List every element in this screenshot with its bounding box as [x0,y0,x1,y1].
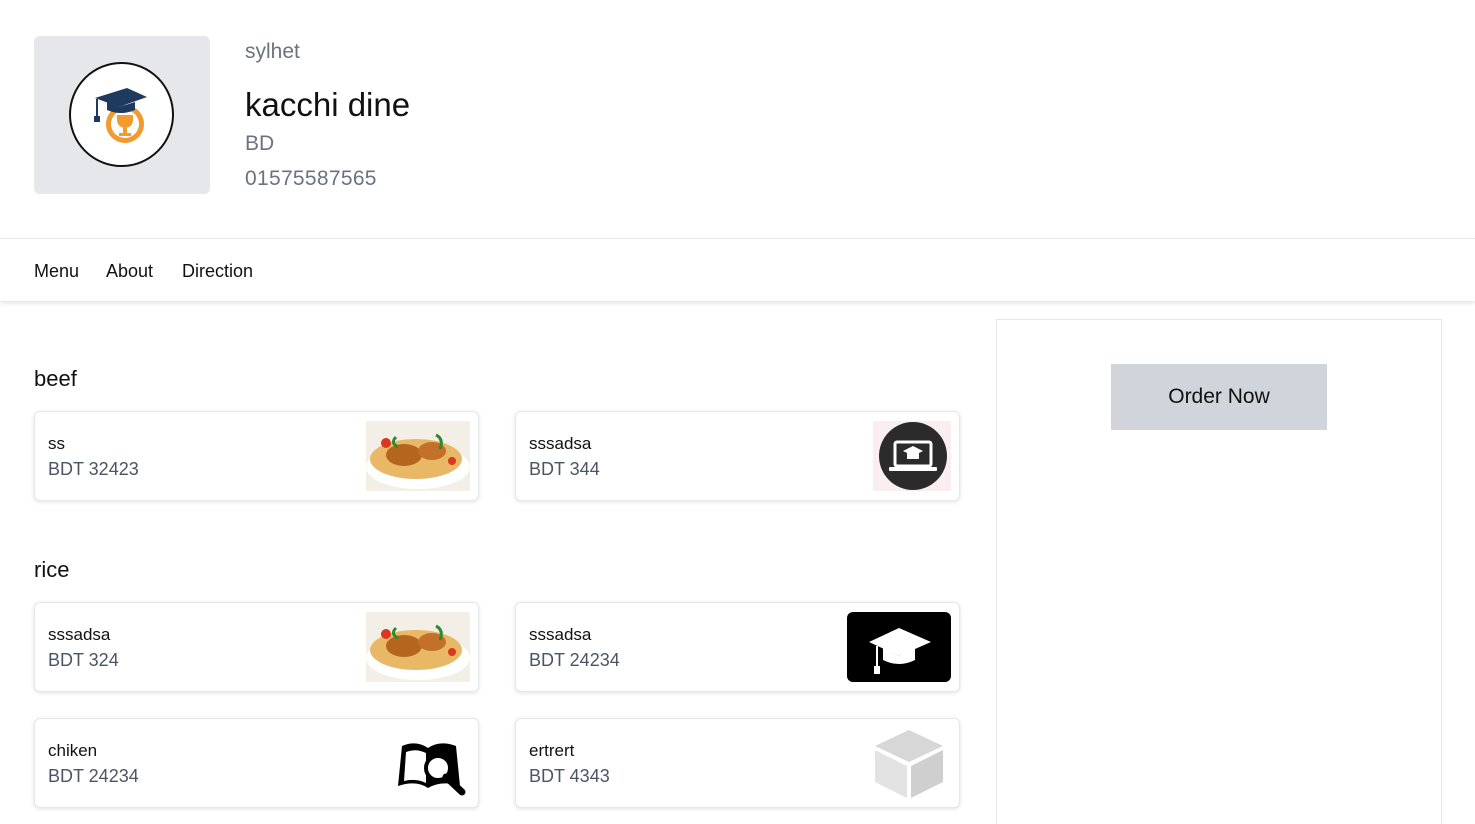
menu-item-card[interactable]: sssadsa BDT 24234 [515,602,960,692]
menu-item-price: BDT 344 [529,459,600,479]
menu-item-name: sssadsa [48,625,111,644]
menu-item-name: sssadsa [529,625,592,644]
menu-section-title: beef [34,366,77,391]
menu-section-title: rice [34,557,70,582]
graduation-cap-icon [847,612,951,682]
restaurant-logo [69,62,174,167]
book-search-icon [398,743,466,796]
restaurant-city: sylhet [245,40,300,63]
menu-item-name: ss [48,434,65,453]
menu-item-price: BDT 4343 [529,766,610,786]
menu-item-card[interactable]: chiken BDT 24234 [34,718,479,808]
menu-item-price: BDT 24234 [48,766,139,786]
laptop-graduation-icon [873,421,951,491]
menu-item-name: ertrert [529,741,575,760]
restaurant-name: kacchi dine [245,86,411,123]
box-icon [875,730,943,798]
biryani-photo-icon [366,421,470,491]
menu-item-price: BDT 324 [48,650,119,670]
restaurant-header: sylhet kacchi dine BD 01575587565 [0,0,1475,238]
menu-item-card[interactable]: ertrert BDT 4343 [515,718,960,808]
menu-item-card[interactable]: ss BDT 32423 [34,411,479,501]
menu-item-name: sssadsa [529,434,592,453]
menu-item-card[interactable]: sssadsa BDT 324 [34,602,479,692]
nav-tab-direction[interactable]: Direction [182,261,253,282]
restaurant-nav: Menu About Direction [0,238,1475,301]
menu-item-name: chiken [48,741,98,760]
nav-tab-about[interactable]: About [106,261,153,282]
menu-item-price: BDT 32423 [48,459,139,479]
restaurant-logo-box [34,36,210,194]
order-now-button[interactable]: Order Now [1111,364,1327,430]
biryani-photo-icon [366,612,470,682]
menu-item-card[interactable]: sssadsa BDT 344 [515,411,960,501]
order-sidebar: Order Now [996,319,1442,824]
menu-item-price: BDT 24234 [529,650,620,670]
restaurant-country: BD [245,132,275,155]
graduation-trophy-logo-icon [94,88,147,143]
restaurant-phone: 01575587565 [245,167,377,190]
nav-tab-menu[interactable]: Menu [34,261,79,282]
